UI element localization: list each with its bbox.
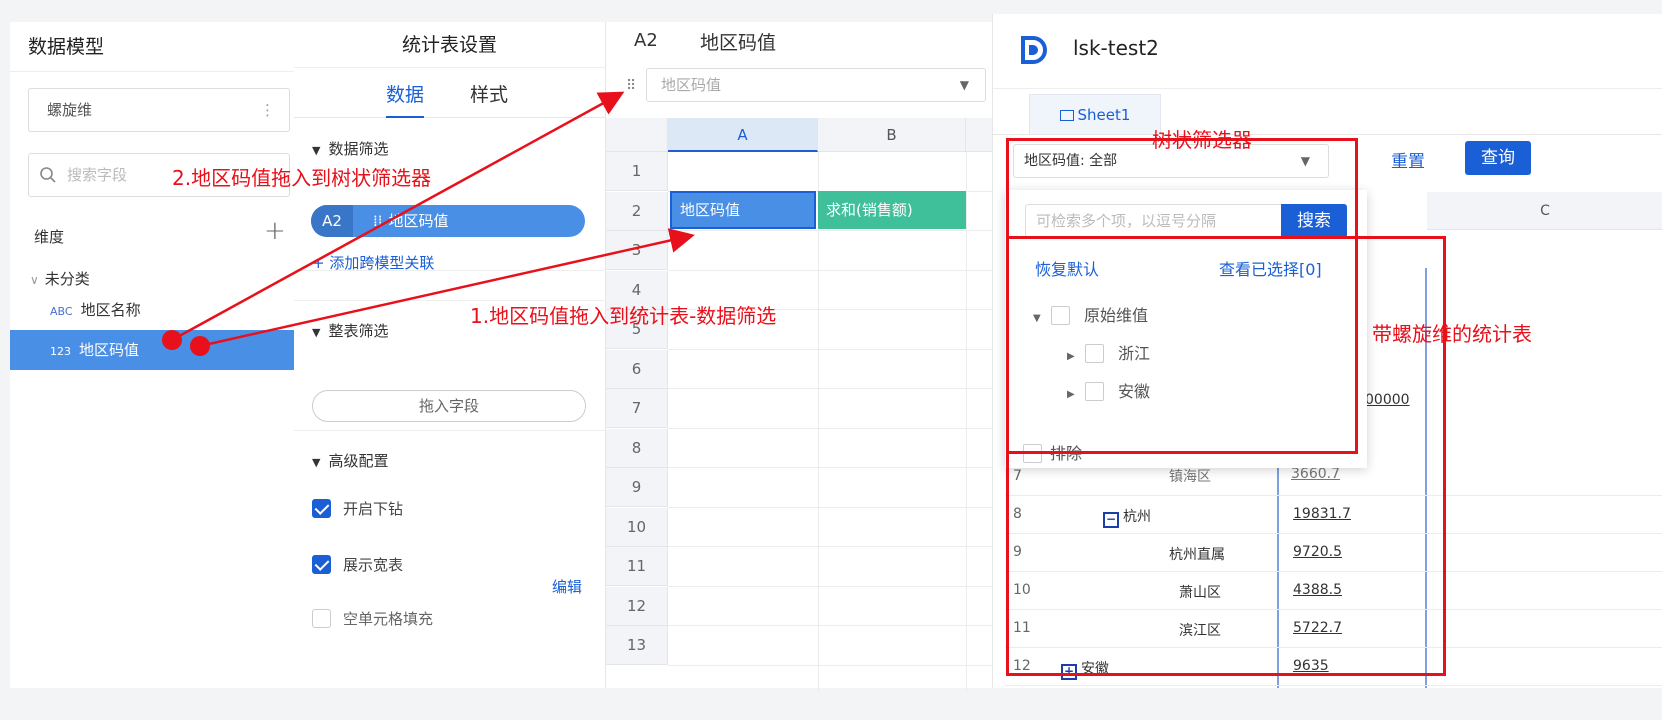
row-header[interactable]: 10	[606, 507, 668, 547]
row-header[interactable]: 9	[606, 468, 668, 507]
option-empty-cell-fill[interactable]: 空单元格填充	[312, 608, 433, 629]
row-header[interactable]: 13	[606, 626, 668, 665]
row-header[interactable]: 8	[606, 428, 668, 468]
option-label: 展示宽表	[343, 556, 404, 574]
annotation-tree-filter: 树状筛选器	[1152, 128, 1252, 152]
reset-button[interactable]: 重置	[1391, 147, 1425, 172]
caret-down-icon: ▼	[959, 78, 969, 92]
divider	[294, 430, 606, 431]
pill-label: 地区码值	[388, 212, 449, 230]
grid-line	[668, 427, 996, 429]
chevron-down-icon: ∨	[30, 273, 39, 287]
data-model-panel: 数据模型 螺旋维 ⋮ 搜索字段 维度 + ∨ 未分类 ABC 地区名称 123 地区码…	[10, 22, 310, 688]
sheet-icon	[1059, 110, 1074, 121]
drag-grip-icon[interactable]: ⠿	[626, 78, 636, 94]
tab-label: Sheet1	[1077, 106, 1131, 124]
table-filter-section[interactable]: 整表筛选	[312, 320, 388, 341]
number-type-icon: 123	[50, 345, 71, 358]
annotation-step2: 2.地区码值拖入到树状筛选器	[172, 166, 432, 190]
query-button[interactable]: 查询	[1465, 141, 1531, 175]
corner-cell[interactable]	[606, 118, 668, 152]
grid-line	[668, 388, 996, 389]
spiral-table-highlight-box	[1006, 236, 1446, 676]
drop-field-zone[interactable]: 拖入字段	[312, 390, 586, 422]
report-title: lsk-test2	[1073, 36, 1159, 60]
settings-tabs: 数据 样式	[294, 72, 606, 118]
tree-filter-field-select[interactable]: 地区码值 ▼	[646, 68, 986, 102]
row-header[interactable]: 11	[606, 547, 668, 586]
data-filter-section[interactable]: 数据筛选	[312, 138, 388, 159]
search-icon	[40, 167, 56, 183]
grid-line	[818, 152, 819, 692]
add-dimension-icon[interactable]: +	[264, 216, 286, 246]
grid-line	[668, 585, 996, 587]
edit-link[interactable]: 编辑	[552, 576, 582, 597]
search-placeholder: 搜索字段	[67, 166, 128, 184]
cell-reference: A2	[634, 30, 658, 51]
row-header[interactable]: 2	[606, 191, 668, 231]
cell-a2[interactable]: 地区码值	[670, 191, 816, 229]
grid-line	[668, 467, 996, 468]
annotation-spiral-table: 带螺旋维的统计表	[1372, 322, 1532, 346]
checkbox-checked[interactable]	[312, 555, 331, 574]
tab-sheet1[interactable]: Sheet1	[1029, 94, 1161, 134]
field-region-name[interactable]: ABC 地区名称	[10, 290, 309, 330]
option-label: 空单元格填充	[343, 610, 434, 628]
tab-style[interactable]: 样式	[470, 80, 508, 107]
divider	[993, 88, 1662, 89]
grid-line	[668, 625, 996, 626]
grid-line	[668, 664, 996, 666]
row-header[interactable]: 12	[606, 586, 668, 626]
field-region-code[interactable]: 123 地区码值	[10, 330, 309, 370]
option-label: 开启下钻	[343, 500, 404, 518]
column-header-a[interactable]: A	[668, 118, 818, 152]
column-header-b[interactable]: B	[818, 118, 966, 152]
advanced-config-section[interactable]: 高级配置	[312, 450, 388, 471]
dimension-icon: ⁞⁞	[373, 212, 383, 230]
stat-table-settings-panel: 统计表设置 数据 样式 数据筛选 A2⁞⁞地区码值 + 添加跨模型关联 整表筛选…	[294, 22, 606, 688]
option-enable-drilldown[interactable]: 开启下钻	[312, 498, 403, 519]
row-header[interactable]: 7	[606, 389, 668, 428]
grid-line	[668, 506, 996, 508]
spreadsheet-panel: A2 地区码值 ⠿ 地区码值 ▼ A B 1 2 3 4 5 6 7 8 9 10 11 12 13 地…	[606, 22, 996, 692]
column-header-c[interactable]: C	[1427, 192, 1662, 230]
category-label: 未分类	[44, 270, 90, 288]
option-show-wide-table[interactable]: 展示宽表	[312, 554, 403, 575]
grid-line	[668, 348, 996, 350]
checkbox-checked[interactable]	[312, 499, 331, 518]
divider	[294, 270, 606, 271]
cell-value-display: 地区码值	[700, 32, 777, 54]
settings-title: 统计表设置	[294, 22, 605, 68]
annotation-step1: 1.地区码值拖入到统计表-数据筛选	[470, 304, 777, 328]
category-node[interactable]: ∨ 未分类	[30, 268, 90, 289]
tab-data[interactable]: 数据	[386, 80, 425, 118]
field-label: 地区码值	[79, 341, 140, 359]
checkbox-unchecked[interactable]	[312, 609, 331, 628]
data-filter-field-pill[interactable]: A2 ⁞⁞ 地区码值	[311, 205, 585, 237]
text-type-icon: ABC	[50, 305, 73, 318]
dimension-label: 维度	[34, 228, 65, 246]
row-header[interactable]: 3	[606, 231, 668, 270]
more-icon[interactable]: ⋮	[260, 89, 275, 131]
model-name: 螺旋维	[47, 101, 93, 119]
model-select[interactable]: 螺旋维 ⋮	[28, 88, 290, 132]
field-label: 地区名称	[80, 301, 141, 319]
grid-line	[668, 546, 996, 547]
cell-ref-badge: A2	[311, 205, 353, 237]
row-header[interactable]: 6	[606, 349, 668, 389]
cell-b2[interactable]: 求和(销售额)	[818, 191, 966, 229]
grid-line	[966, 152, 967, 692]
data-model-title: 数据模型	[10, 22, 309, 72]
grid-line	[668, 269, 996, 271]
row-header[interactable]: 1	[606, 152, 668, 191]
select-value: 地区码值	[661, 76, 722, 94]
app-logo-icon	[1021, 36, 1047, 64]
grid-line	[668, 230, 996, 231]
